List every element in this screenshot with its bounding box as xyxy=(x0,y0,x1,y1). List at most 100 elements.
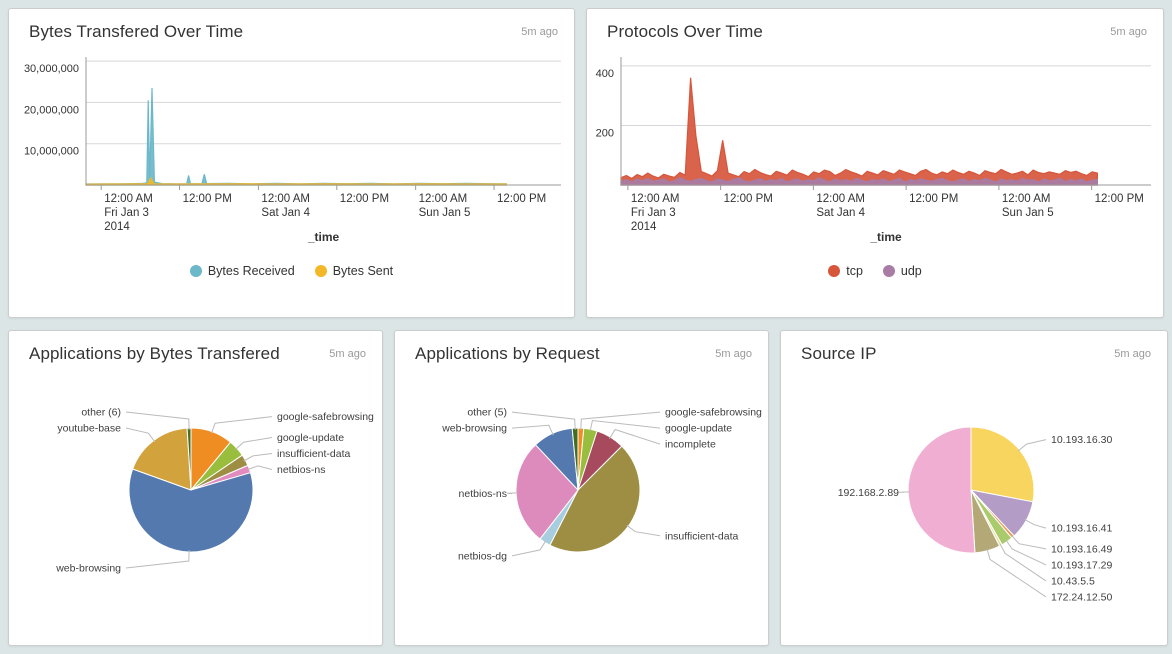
svg-text:_time: _time xyxy=(869,230,902,244)
svg-text:netbios-ns: netbios-ns xyxy=(459,488,507,500)
svg-text:google-safebrowsing: google-safebrowsing xyxy=(665,407,762,419)
legend-label: Bytes Received xyxy=(208,264,295,278)
label-leader xyxy=(1025,519,1046,528)
panel-title: Protocols Over Time xyxy=(607,22,763,42)
svg-text:12:00 PM: 12:00 PM xyxy=(340,193,389,205)
svg-text:insufficient-data: insufficient-data xyxy=(277,448,351,460)
panel-age: 5m ago xyxy=(1114,348,1151,360)
label-leader xyxy=(1018,440,1046,451)
plot-area: 200 400 12:00 AM Fri Jan 3 2014 12:00 PM 12:00… xyxy=(596,57,1151,244)
protocols-time-chart[interactable]: 200 400 12:00 AM Fri Jan 3 2014 12:00 PM 12:00… xyxy=(587,44,1164,256)
apps-by-bytes-pie[interactable]: google-safebrowsing google-update insuffic… xyxy=(9,366,383,634)
apps-by-request-pie[interactable]: google-safebrowsinggoogle-updateincomple… xyxy=(395,366,769,634)
svg-text:google-update: google-update xyxy=(277,432,344,444)
svg-text:30,000,000: 30,000,000 xyxy=(24,63,79,75)
svg-text:10.193.16.49: 10.193.16.49 xyxy=(1051,543,1112,555)
legend-dot xyxy=(190,265,202,277)
svg-text:google-safebrowsing: google-safebrowsing xyxy=(277,411,374,423)
svg-text:10.193.16.41: 10.193.16.41 xyxy=(1051,523,1112,535)
label-leader xyxy=(512,541,546,556)
svg-text:10.43.5.5: 10.43.5.5 xyxy=(1051,575,1095,587)
panel-header: Source IP 5m ago xyxy=(781,331,1167,366)
svg-text:other (6): other (6) xyxy=(81,407,121,419)
svg-text:Sun Jan 5: Sun Jan 5 xyxy=(1002,207,1054,219)
panel-header: Applications by Request 5m ago xyxy=(395,331,768,366)
legend-label: udp xyxy=(901,264,922,278)
svg-text:2014: 2014 xyxy=(631,221,657,233)
series-tcp xyxy=(621,78,1097,185)
svg-text:Fri Jan 3: Fri Jan 3 xyxy=(104,207,149,219)
svg-text:12:00 PM: 12:00 PM xyxy=(497,193,546,205)
panel-title: Applications by Request xyxy=(415,344,600,364)
svg-text:172.24.12.50: 172.24.12.50 xyxy=(1051,591,1112,603)
label-leader xyxy=(236,438,273,450)
panel-apps-by-bytes: Applications by Bytes Transfered 5m ago … xyxy=(8,330,383,646)
label-leader xyxy=(1006,540,1046,565)
panel-age: 5m ago xyxy=(715,348,752,360)
svg-text:Sat Jan 4: Sat Jan 4 xyxy=(816,207,865,219)
svg-text:10.193.16.30: 10.193.16.30 xyxy=(1051,434,1112,446)
svg-text:web-browsing: web-browsing xyxy=(55,562,121,574)
label-leader xyxy=(126,550,189,568)
bytes-time-chart[interactable]: 10,000,000 20,000,000 30,000,000 12:00 AM Fr… xyxy=(9,44,575,256)
legend-dot xyxy=(883,265,895,277)
svg-text:12:00 AM: 12:00 AM xyxy=(1002,193,1051,205)
pie: 10.193.16.30 10.193.16.41 10.193.16.49 10.1… xyxy=(838,427,1113,603)
protocols-legend: tcp udp xyxy=(587,264,1163,278)
svg-text:insufficient-data: insufficient-data xyxy=(665,530,739,542)
svg-text:netbios-ns: netbios-ns xyxy=(277,464,325,476)
label-leader xyxy=(248,466,272,470)
svg-text:Fri Jan 3: Fri Jan 3 xyxy=(631,207,676,219)
svg-text:192.168.2.89: 192.168.2.89 xyxy=(838,487,899,499)
panel-age: 5m ago xyxy=(521,26,558,38)
svg-text:10,000,000: 10,000,000 xyxy=(24,146,79,158)
svg-text:12:00 PM: 12:00 PM xyxy=(909,193,958,205)
label-leader xyxy=(590,421,660,432)
pie-slice-192.168.2.89 xyxy=(908,427,975,553)
panel-title: Bytes Transfered Over Time xyxy=(29,22,243,42)
legend-item-tcp[interactable]: tcp xyxy=(828,264,863,278)
legend-item-Bytes Received[interactable]: Bytes Received xyxy=(190,264,295,278)
svg-text:netbios-dg: netbios-dg xyxy=(458,550,507,562)
label-leader xyxy=(126,428,155,442)
bytes-time-legend: Bytes Received Bytes Sent xyxy=(9,264,574,278)
plot-area: 10,000,000 20,000,000 30,000,000 12:00 AM Fr… xyxy=(24,57,561,244)
panel-header: Applications by Bytes Transfered 5m ago xyxy=(9,331,382,366)
panel-title: Applications by Bytes Transfered xyxy=(29,344,280,364)
svg-text:google-update: google-update xyxy=(665,423,732,435)
legend-item-udp[interactable]: udp xyxy=(883,264,922,278)
svg-text:200: 200 xyxy=(596,127,614,139)
label-leader xyxy=(1000,544,1046,581)
pie: google-safebrowsing google-update insuffic… xyxy=(55,407,374,575)
svg-text:12:00 AM: 12:00 AM xyxy=(104,193,153,205)
svg-text:10.193.17.29: 10.193.17.29 xyxy=(1051,559,1112,571)
label-leader xyxy=(627,525,660,536)
label-leader xyxy=(244,454,272,462)
legend-label: tcp xyxy=(846,264,863,278)
svg-text:12:00 AM: 12:00 AM xyxy=(631,193,680,205)
panel-apps-by-request: Applications by Request 5m ago google-sa… xyxy=(394,330,769,646)
label-leader xyxy=(211,417,272,434)
panel-protocols-over-time: Protocols Over Time 5m ago 200 400 12:00 A… xyxy=(586,8,1164,318)
legend-dot xyxy=(828,265,840,277)
svg-text:20,000,000: 20,000,000 xyxy=(24,104,79,116)
source-ip-pie[interactable]: 10.193.16.30 10.193.16.41 10.193.16.49 10.1… xyxy=(781,366,1168,634)
panel-age: 5m ago xyxy=(1110,26,1147,38)
svg-text:other (5): other (5) xyxy=(467,407,507,419)
label-leader xyxy=(512,425,553,435)
legend-dot xyxy=(315,265,327,277)
svg-text:_time: _time xyxy=(307,230,340,244)
svg-text:12:00 PM: 12:00 PM xyxy=(1095,193,1144,205)
svg-text:12:00 PM: 12:00 PM xyxy=(183,193,232,205)
svg-text:400: 400 xyxy=(596,68,614,80)
label-leader xyxy=(987,549,1046,597)
svg-text:12:00 AM: 12:00 AM xyxy=(261,193,310,205)
panel-bytes-over-time: Bytes Transfered Over Time 5m ago 10,000… xyxy=(8,8,575,318)
svg-text:12:00 PM: 12:00 PM xyxy=(724,193,773,205)
label-leader xyxy=(126,412,189,430)
legend-item-Bytes Sent[interactable]: Bytes Sent xyxy=(315,264,393,278)
svg-text:12:00 AM: 12:00 AM xyxy=(419,193,468,205)
panel-header: Protocols Over Time 5m ago xyxy=(587,9,1163,44)
svg-text:2014: 2014 xyxy=(104,221,130,233)
svg-text:12:00 AM: 12:00 AM xyxy=(816,193,865,205)
